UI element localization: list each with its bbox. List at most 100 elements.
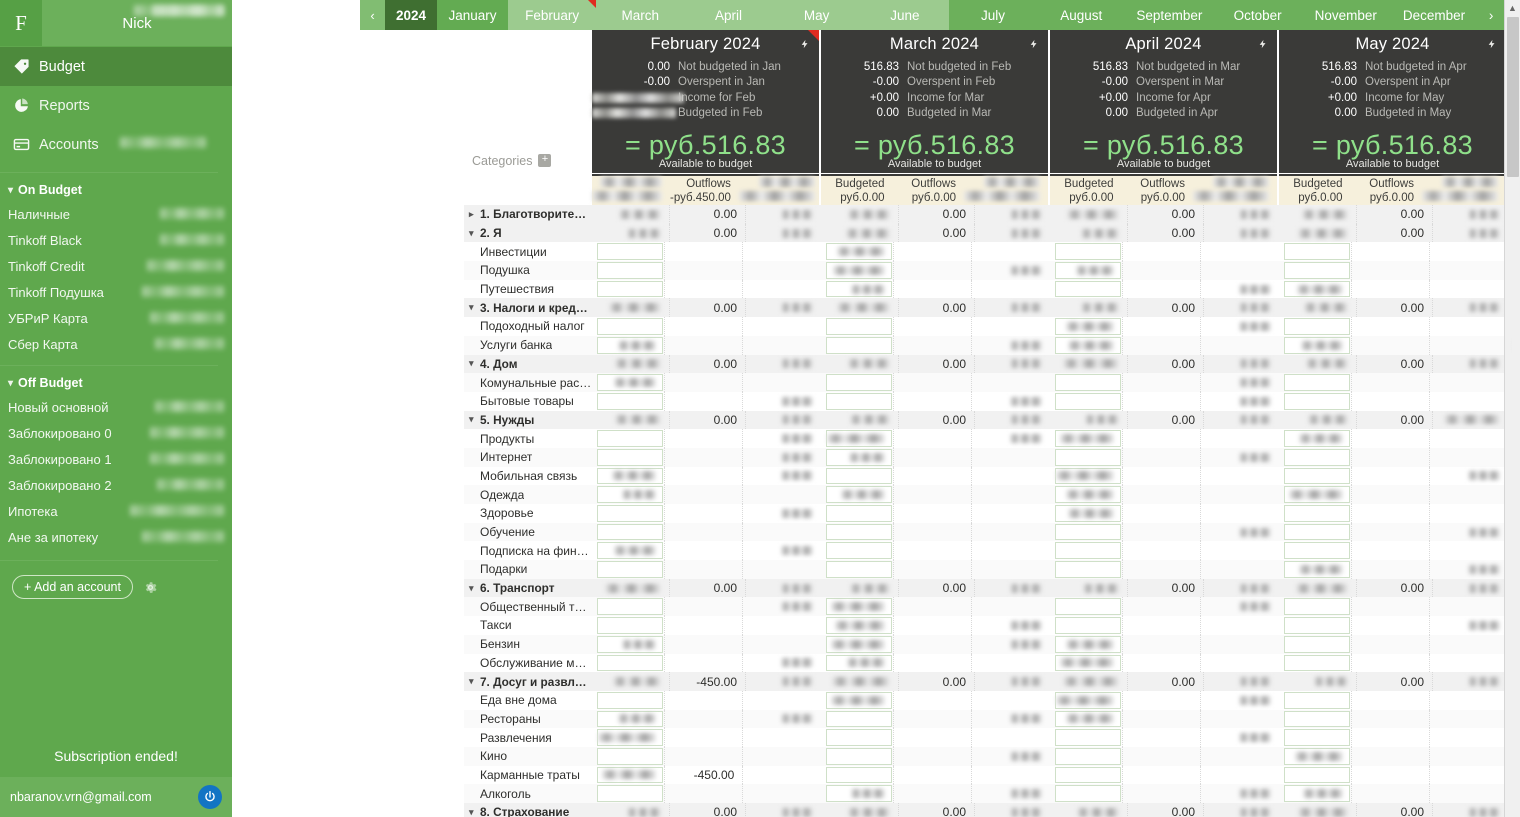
lightning-icon[interactable] [1487, 37, 1497, 51]
budgeted-input-cell[interactable] [1052, 448, 1122, 467]
category-row[interactable]: Подписка на финанс... [464, 541, 1512, 561]
balance-cell[interactable] [1432, 298, 1508, 318]
sidebar-group-on-budget[interactable]: ▾ On Budget [0, 5, 232, 201]
balance-cell[interactable] [1200, 634, 1279, 654]
header-outflows[interactable]: Outflows руб.0.00 [893, 176, 965, 205]
budgeted-input-cell[interactable] [823, 504, 893, 523]
category-row[interactable]: Услуги банка [464, 335, 1512, 355]
outflows-cell[interactable] [1121, 242, 1201, 262]
balance-cell[interactable] [742, 746, 821, 766]
outflows-cell[interactable]: 0.00 [1356, 672, 1432, 691]
category-row[interactable]: Мобильная связь [464, 466, 1512, 486]
balance-cell[interactable] [1429, 279, 1508, 299]
category-name-cell[interactable]: ▾ 2. Я [464, 224, 592, 243]
outflows-cell[interactable] [663, 728, 743, 747]
balance-cell[interactable] [971, 242, 1050, 262]
balance-cell[interactable] [1203, 578, 1279, 598]
budget-amount-input[interactable] [1055, 448, 1121, 466]
budgeted-cell[interactable] [823, 803, 898, 817]
budgeted-input-cell[interactable] [594, 392, 664, 411]
budgeted-cell[interactable] [594, 224, 669, 243]
budgeted-input-cell[interactable] [1281, 448, 1351, 467]
balance-cell[interactable] [745, 354, 821, 374]
outflows-cell[interactable] [1350, 541, 1430, 561]
budgeted-cell[interactable] [1281, 298, 1356, 317]
chevron-down-icon[interactable]: ▾ [469, 414, 480, 425]
outflows-cell[interactable]: 0.00 [669, 354, 745, 374]
outflows-cell[interactable] [1121, 653, 1201, 673]
budgeted-cell[interactable] [1281, 411, 1356, 430]
budget-amount-input[interactable] [826, 336, 892, 354]
budgeted-input-cell[interactable] [1052, 784, 1122, 803]
outflows-cell[interactable]: 0.00 [898, 223, 974, 243]
outflows-cell[interactable] [663, 746, 743, 766]
budget-amount-input[interactable] [826, 542, 892, 560]
budgeted-input-cell[interactable] [823, 429, 893, 448]
vertical-scroll-thumb[interactable] [1507, 17, 1519, 177]
balance-cell[interactable] [742, 373, 821, 392]
sidebar-account-item[interactable]: Наличные [0, 201, 232, 227]
outflows-cell[interactable] [1121, 784, 1201, 803]
budgeted-input-cell[interactable] [823, 784, 893, 803]
category-group-row[interactable]: ▾ 7. Досуг и развлеч... -450.00 0.00 0.00 0.0… [464, 672, 1512, 691]
header-balance[interactable] [1193, 176, 1277, 205]
balance-cell[interactable] [1429, 616, 1508, 635]
outflows-cell[interactable] [1121, 335, 1201, 355]
outflows-cell[interactable] [892, 522, 972, 542]
outflows-cell[interactable]: 0.00 [898, 578, 974, 598]
tab-may[interactable]: May [772, 0, 861, 30]
category-row[interactable]: Подушка [464, 261, 1512, 280]
budget-amount-input[interactable] [597, 430, 663, 447]
header-budgeted[interactable]: Budgetedруб.0.00 [1050, 176, 1122, 205]
balance-cell[interactable] [1429, 504, 1508, 523]
budget-amount-input[interactable] [597, 243, 663, 261]
balance-cell[interactable] [1203, 410, 1279, 430]
budgeted-input-cell[interactable] [1052, 261, 1122, 280]
balance-cell[interactable] [1429, 466, 1508, 486]
balance-cell[interactable] [971, 279, 1050, 299]
outflows-cell[interactable]: 0.00 [1127, 205, 1203, 224]
budgeted-cell[interactable] [823, 672, 898, 691]
outflows-cell[interactable]: 0.00 [1127, 298, 1203, 318]
chevron-right-icon[interactable]: ▸ [469, 209, 480, 220]
balance-cell[interactable] [974, 205, 1050, 224]
outflows-cell[interactable] [1350, 560, 1430, 579]
budgeted-input-cell[interactable] [1281, 635, 1351, 654]
tab-september[interactable]: September [1125, 0, 1214, 30]
budget-amount-input[interactable] [1284, 635, 1350, 653]
outflows-cell[interactable]: 0.00 [1127, 578, 1203, 598]
category-name-cell[interactable]: Путешествия [464, 280, 592, 299]
balance-cell[interactable] [971, 447, 1050, 467]
tab-prev-button[interactable]: ‹ [360, 0, 385, 30]
budgeted-input-cell[interactable] [1281, 467, 1351, 486]
outflows-cell[interactable] [1350, 466, 1430, 486]
category-name-cell[interactable]: Обучение [464, 523, 592, 542]
sidebar-account-item[interactable]: Tinkoff Black [0, 227, 232, 253]
balance-cell[interactable] [971, 391, 1050, 411]
category-name-cell[interactable]: Общественный тран... [464, 597, 592, 616]
budgeted-input-cell[interactable] [1281, 710, 1351, 729]
outflows-cell[interactable] [1121, 709, 1201, 729]
balance-cell[interactable] [971, 746, 1050, 766]
budget-amount-input[interactable] [597, 654, 663, 672]
balance-cell[interactable] [1429, 653, 1508, 673]
balance-cell[interactable] [1200, 690, 1279, 710]
budgeted-input-cell[interactable] [823, 242, 893, 261]
outflows-cell[interactable] [1350, 597, 1430, 617]
header-outflows[interactable]: Outflows руб.0.00 [1351, 176, 1423, 205]
budget-amount-input[interactable] [1284, 448, 1350, 466]
outflows-cell[interactable] [1121, 597, 1201, 617]
budgeted-input-cell[interactable] [594, 485, 664, 504]
budget-amount-input[interactable] [1055, 729, 1121, 746]
category-row[interactable]: Обслуживание маш... [464, 653, 1512, 673]
balance-cell[interactable] [1200, 541, 1279, 561]
balance-cell[interactable] [974, 578, 1050, 598]
budgeted-input-cell[interactable] [1052, 766, 1122, 785]
budgeted-input-cell[interactable] [1281, 784, 1351, 803]
balance-cell[interactable] [971, 429, 1050, 448]
budgeted-input-cell[interactable] [594, 280, 664, 299]
category-name-cell[interactable]: Услуги банка [464, 336, 592, 355]
budgeted-input-cell[interactable] [823, 560, 893, 579]
balance-cell[interactable] [1200, 597, 1279, 617]
outflows-cell[interactable]: 0.00 [669, 578, 745, 598]
